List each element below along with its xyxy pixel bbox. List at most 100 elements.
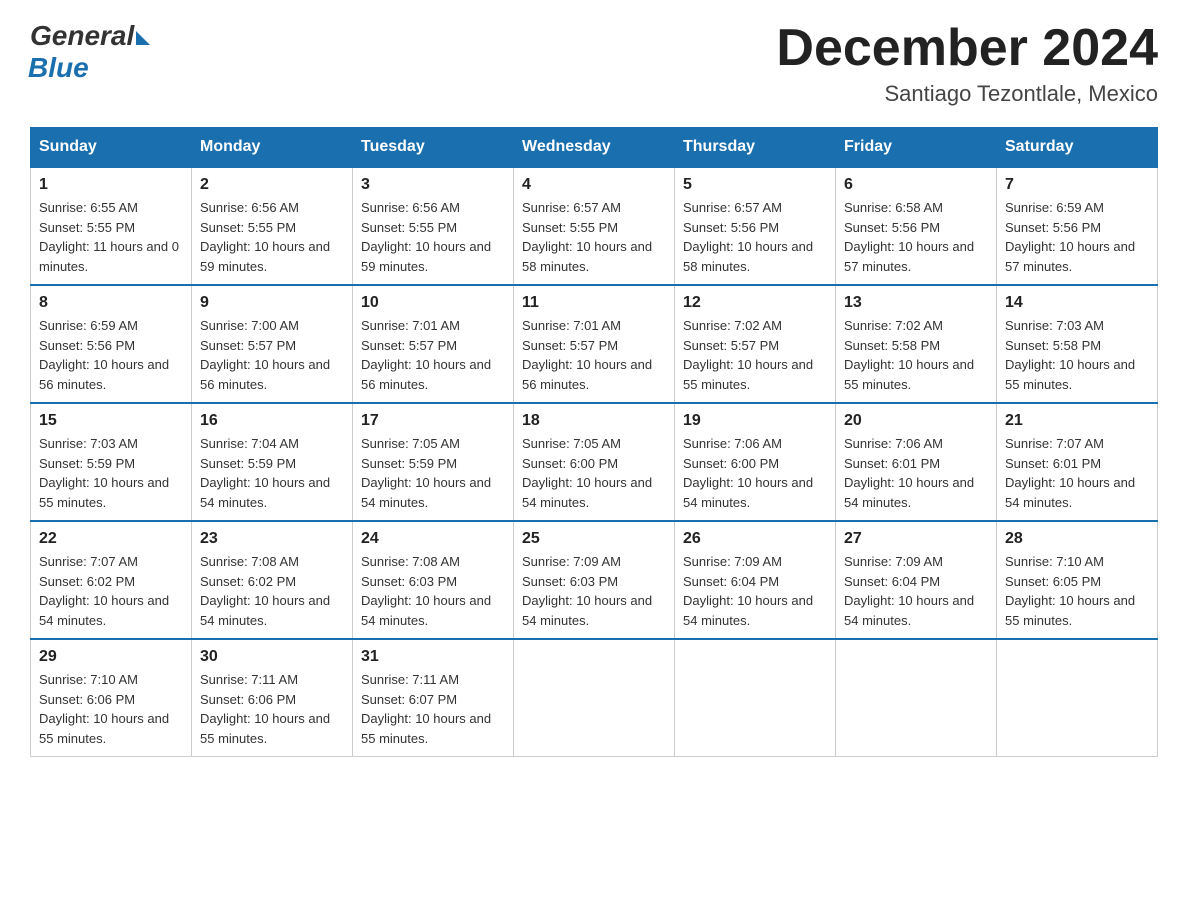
calendar-cell: 13 Sunrise: 7:02 AM Sunset: 5:58 PM Dayl… [836,285,997,403]
calendar-week-row: 29 Sunrise: 7:10 AM Sunset: 6:06 PM Dayl… [31,639,1158,757]
day-number: 29 [39,648,183,666]
calendar-cell: 31 Sunrise: 7:11 AM Sunset: 6:07 PM Dayl… [353,639,514,757]
calendar-cell: 10 Sunrise: 7:01 AM Sunset: 5:57 PM Dayl… [353,285,514,403]
day-info: Sunrise: 7:07 AM Sunset: 6:02 PM Dayligh… [39,552,183,630]
day-info: Sunrise: 6:56 AM Sunset: 5:55 PM Dayligh… [361,198,505,276]
day-number: 26 [683,530,827,548]
day-info: Sunrise: 7:10 AM Sunset: 6:05 PM Dayligh… [1005,552,1149,630]
column-header-monday: Monday [192,128,353,168]
day-info: Sunrise: 7:11 AM Sunset: 6:07 PM Dayligh… [361,670,505,748]
calendar-cell: 27 Sunrise: 7:09 AM Sunset: 6:04 PM Dayl… [836,521,997,639]
day-number: 7 [1005,176,1149,194]
day-number: 21 [1005,412,1149,430]
calendar-header-row: SundayMondayTuesdayWednesdayThursdayFrid… [31,128,1158,168]
day-info: Sunrise: 7:06 AM Sunset: 6:01 PM Dayligh… [844,434,988,512]
day-info: Sunrise: 7:10 AM Sunset: 6:06 PM Dayligh… [39,670,183,748]
day-info: Sunrise: 7:11 AM Sunset: 6:06 PM Dayligh… [200,670,344,748]
day-info: Sunrise: 7:00 AM Sunset: 5:57 PM Dayligh… [200,316,344,394]
calendar-body: 1 Sunrise: 6:55 AM Sunset: 5:55 PM Dayli… [31,167,1158,757]
calendar-cell: 7 Sunrise: 6:59 AM Sunset: 5:56 PM Dayli… [997,167,1158,285]
calendar-cell: 12 Sunrise: 7:02 AM Sunset: 5:57 PM Dayl… [675,285,836,403]
day-number: 5 [683,176,827,194]
calendar-cell: 21 Sunrise: 7:07 AM Sunset: 6:01 PM Dayl… [997,403,1158,521]
day-info: Sunrise: 6:56 AM Sunset: 5:55 PM Dayligh… [200,198,344,276]
calendar-cell: 29 Sunrise: 7:10 AM Sunset: 6:06 PM Dayl… [31,639,192,757]
day-info: Sunrise: 7:05 AM Sunset: 6:00 PM Dayligh… [522,434,666,512]
calendar-cell: 5 Sunrise: 6:57 AM Sunset: 5:56 PM Dayli… [675,167,836,285]
column-header-thursday: Thursday [675,128,836,168]
calendar-cell: 14 Sunrise: 7:03 AM Sunset: 5:58 PM Dayl… [997,285,1158,403]
day-number: 10 [361,294,505,312]
day-info: Sunrise: 7:09 AM Sunset: 6:03 PM Dayligh… [522,552,666,630]
day-info: Sunrise: 7:02 AM Sunset: 5:58 PM Dayligh… [844,316,988,394]
calendar-cell: 3 Sunrise: 6:56 AM Sunset: 5:55 PM Dayli… [353,167,514,285]
day-info: Sunrise: 6:55 AM Sunset: 5:55 PM Dayligh… [39,198,183,276]
day-info: Sunrise: 7:08 AM Sunset: 6:03 PM Dayligh… [361,552,505,630]
day-number: 20 [844,412,988,430]
day-info: Sunrise: 7:06 AM Sunset: 6:00 PM Dayligh… [683,434,827,512]
column-header-saturday: Saturday [997,128,1158,168]
calendar-cell [514,639,675,757]
column-header-sunday: Sunday [31,128,192,168]
calendar-cell: 24 Sunrise: 7:08 AM Sunset: 6:03 PM Dayl… [353,521,514,639]
day-info: Sunrise: 7:09 AM Sunset: 6:04 PM Dayligh… [683,552,827,630]
month-title: December 2024 [776,20,1158,77]
calendar-cell: 25 Sunrise: 7:09 AM Sunset: 6:03 PM Dayl… [514,521,675,639]
day-info: Sunrise: 7:02 AM Sunset: 5:57 PM Dayligh… [683,316,827,394]
day-number: 17 [361,412,505,430]
day-number: 25 [522,530,666,548]
calendar-table: SundayMondayTuesdayWednesdayThursdayFrid… [30,127,1158,757]
day-info: Sunrise: 7:04 AM Sunset: 5:59 PM Dayligh… [200,434,344,512]
day-info: Sunrise: 7:01 AM Sunset: 5:57 PM Dayligh… [522,316,666,394]
day-info: Sunrise: 7:03 AM Sunset: 5:58 PM Dayligh… [1005,316,1149,394]
column-header-wednesday: Wednesday [514,128,675,168]
day-number: 2 [200,176,344,194]
day-info: Sunrise: 7:07 AM Sunset: 6:01 PM Dayligh… [1005,434,1149,512]
calendar-cell [997,639,1158,757]
calendar-cell: 4 Sunrise: 6:57 AM Sunset: 5:55 PM Dayli… [514,167,675,285]
calendar-cell: 20 Sunrise: 7:06 AM Sunset: 6:01 PM Dayl… [836,403,997,521]
calendar-cell: 9 Sunrise: 7:00 AM Sunset: 5:57 PM Dayli… [192,285,353,403]
day-number: 3 [361,176,505,194]
day-number: 18 [522,412,666,430]
calendar-cell: 2 Sunrise: 6:56 AM Sunset: 5:55 PM Dayli… [192,167,353,285]
calendar-week-row: 1 Sunrise: 6:55 AM Sunset: 5:55 PM Dayli… [31,167,1158,285]
title-area: December 2024 Santiago Tezontlale, Mexic… [776,20,1158,107]
calendar-cell [836,639,997,757]
calendar-week-row: 8 Sunrise: 6:59 AM Sunset: 5:56 PM Dayli… [31,285,1158,403]
calendar-cell: 30 Sunrise: 7:11 AM Sunset: 6:06 PM Dayl… [192,639,353,757]
day-info: Sunrise: 6:59 AM Sunset: 5:56 PM Dayligh… [39,316,183,394]
day-number: 22 [39,530,183,548]
day-number: 12 [683,294,827,312]
calendar-cell: 17 Sunrise: 7:05 AM Sunset: 5:59 PM Dayl… [353,403,514,521]
logo: General Blue [30,20,150,84]
calendar-cell: 11 Sunrise: 7:01 AM Sunset: 5:57 PM Dayl… [514,285,675,403]
day-number: 8 [39,294,183,312]
day-info: Sunrise: 6:59 AM Sunset: 5:56 PM Dayligh… [1005,198,1149,276]
day-number: 23 [200,530,344,548]
location-subtitle: Santiago Tezontlale, Mexico [776,81,1158,107]
day-info: Sunrise: 7:09 AM Sunset: 6:04 PM Dayligh… [844,552,988,630]
day-info: Sunrise: 7:01 AM Sunset: 5:57 PM Dayligh… [361,316,505,394]
calendar-cell [675,639,836,757]
calendar-cell: 15 Sunrise: 7:03 AM Sunset: 5:59 PM Dayl… [31,403,192,521]
page-header: General Blue December 2024 Santiago Tezo… [30,20,1158,107]
calendar-cell: 28 Sunrise: 7:10 AM Sunset: 6:05 PM Dayl… [997,521,1158,639]
day-number: 1 [39,176,183,194]
calendar-cell: 6 Sunrise: 6:58 AM Sunset: 5:56 PM Dayli… [836,167,997,285]
day-info: Sunrise: 6:57 AM Sunset: 5:56 PM Dayligh… [683,198,827,276]
day-number: 16 [200,412,344,430]
day-number: 9 [200,294,344,312]
day-number: 30 [200,648,344,666]
day-number: 6 [844,176,988,194]
day-number: 13 [844,294,988,312]
calendar-cell: 26 Sunrise: 7:09 AM Sunset: 6:04 PM Dayl… [675,521,836,639]
calendar-cell: 8 Sunrise: 6:59 AM Sunset: 5:56 PM Dayli… [31,285,192,403]
day-number: 15 [39,412,183,430]
calendar-cell: 23 Sunrise: 7:08 AM Sunset: 6:02 PM Dayl… [192,521,353,639]
calendar-cell: 19 Sunrise: 7:06 AM Sunset: 6:00 PM Dayl… [675,403,836,521]
day-number: 19 [683,412,827,430]
day-number: 14 [1005,294,1149,312]
column-header-friday: Friday [836,128,997,168]
day-info: Sunrise: 7:05 AM Sunset: 5:59 PM Dayligh… [361,434,505,512]
